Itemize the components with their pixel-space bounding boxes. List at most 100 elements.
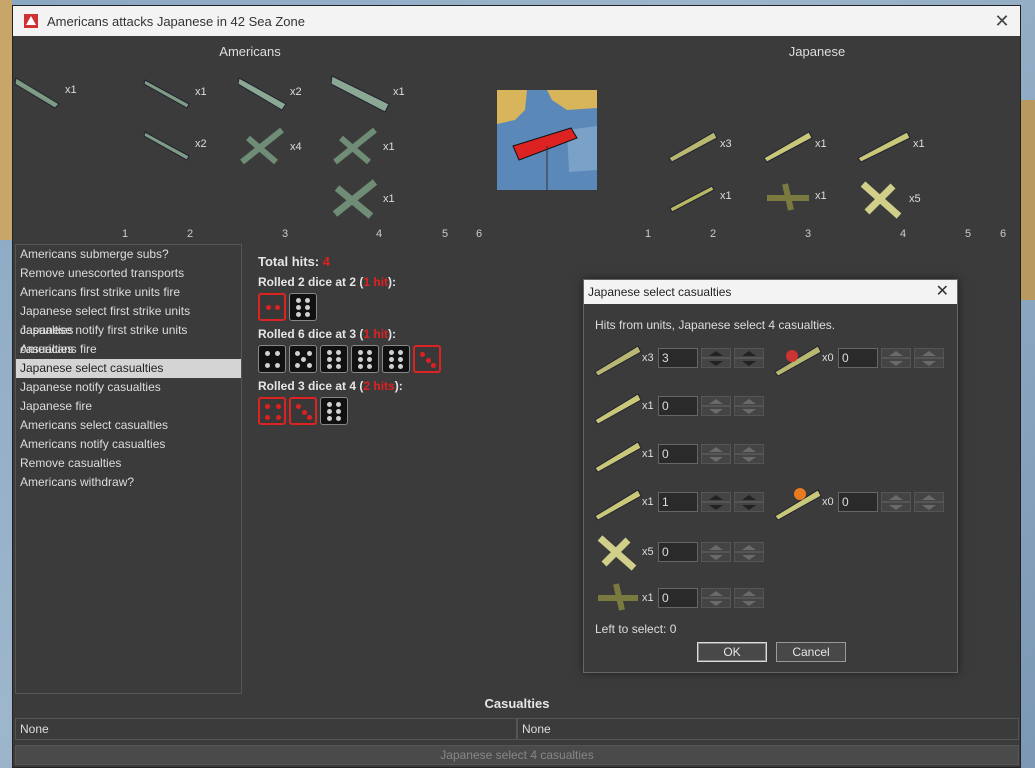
step-item[interactable]: Japanese fire [16, 397, 241, 416]
spinner-max[interactable] [701, 444, 731, 464]
unit-japanese-submarine: x1 [668, 178, 732, 214]
spin-down-icon[interactable] [914, 502, 944, 512]
territory-minimap [497, 90, 597, 190]
step-item[interactable]: Americans submerge subs? [16, 245, 241, 264]
spin-down-icon[interactable] [734, 406, 764, 416]
spin-up-icon[interactable] [701, 444, 731, 454]
step-item[interactable]: Americans select casualties [16, 416, 241, 435]
spin-up-icon[interactable] [701, 348, 731, 358]
unit-japanese-battleship: x1 [857, 124, 925, 164]
spinner-step[interactable] [734, 588, 764, 608]
close-icon[interactable]: ✕ [936, 280, 949, 304]
unit-japanese-carrier: x3 [668, 124, 732, 164]
step-item-selected[interactable]: Japanese select casualties [16, 359, 241, 378]
spin-down-icon[interactable] [701, 358, 731, 368]
spin-up-icon[interactable] [914, 348, 944, 358]
unit-japanese-fighter2: x5 [857, 176, 921, 222]
spin-up-icon[interactable] [881, 348, 911, 358]
casualty-count-input[interactable]: 0 [658, 396, 698, 416]
cruiser-icon [331, 75, 390, 113]
spinner-max[interactable] [701, 542, 731, 562]
spin-down-icon[interactable] [701, 552, 731, 562]
casualty-row: x1 0 [594, 578, 764, 618]
spin-up-icon[interactable] [914, 492, 944, 502]
spinner-max[interactable] [881, 348, 911, 368]
spinner-max[interactable] [701, 348, 731, 368]
spinner-step[interactable] [734, 396, 764, 416]
casualty-count-input[interactable]: 0 [658, 588, 698, 608]
axis-label: 5 [442, 228, 449, 240]
casualty-row: x5 0 [594, 530, 764, 574]
close-icon[interactable]: ✕ [992, 11, 1012, 31]
spinner-step[interactable] [734, 542, 764, 562]
spin-down-icon[interactable] [734, 502, 764, 512]
spin-up-icon[interactable] [734, 492, 764, 502]
step-item[interactable]: Japanese notify first strike units casua… [16, 321, 241, 356]
step-item[interactable]: Japanese notify casualties [16, 378, 241, 397]
dialog-title-bar: Japanese select casualties ✕ [584, 280, 957, 304]
status-button[interactable]: Japanese select 4 casualties [15, 745, 1019, 765]
casualty-count-input[interactable]: 0 [658, 444, 698, 464]
step-item[interactable]: Americans withdraw? [16, 473, 241, 492]
spin-down-icon[interactable] [881, 358, 911, 368]
spin-down-icon[interactable] [701, 406, 731, 416]
spin-up-icon[interactable] [734, 588, 764, 598]
unit-american-transport: x1 [143, 72, 207, 112]
spinner-max[interactable] [701, 588, 731, 608]
roll-row: Rolled 6 dice at 3 (1 hit): [258, 327, 397, 341]
spin-up-icon[interactable] [734, 444, 764, 454]
battleship-icon [857, 131, 911, 163]
spin-up-icon[interactable] [701, 542, 731, 552]
spinner-step[interactable] [734, 492, 764, 512]
spin-up-icon[interactable] [734, 348, 764, 358]
ok-button[interactable]: OK [697, 642, 767, 662]
spin-down-icon[interactable] [914, 358, 944, 368]
spin-down-icon[interactable] [734, 454, 764, 464]
spin-down-icon[interactable] [881, 502, 911, 512]
spin-down-icon[interactable] [734, 358, 764, 368]
casualty-row: x1 1 [594, 482, 764, 522]
spin-down-icon[interactable] [701, 454, 731, 464]
spinner-step[interactable] [734, 348, 764, 368]
spinner-step[interactable] [914, 492, 944, 512]
axis-label: 5 [965, 228, 972, 240]
cruiser-icon [594, 393, 642, 425]
spin-down-icon[interactable] [701, 502, 731, 512]
spinner-max[interactable] [701, 492, 731, 512]
spin-up-icon[interactable] [701, 492, 731, 502]
unit-japanese-fighter: x1 [763, 178, 827, 214]
spin-down-icon[interactable] [734, 598, 764, 608]
step-item[interactable]: Remove unescorted transports [16, 264, 241, 283]
axis-label: 3 [805, 228, 812, 240]
minimap-image [497, 90, 597, 190]
select-casualties-dialog: Japanese select casualties ✕ Hits from u… [583, 279, 958, 673]
die-6 [382, 345, 410, 373]
spin-down-icon[interactable] [701, 598, 731, 608]
casualty-count-input[interactable]: 0 [658, 542, 698, 562]
spin-up-icon[interactable] [734, 542, 764, 552]
spin-up-icon[interactable] [701, 588, 731, 598]
spinner-step[interactable] [914, 348, 944, 368]
spin-down-icon[interactable] [734, 552, 764, 562]
casualty-count-input[interactable]: 1 [658, 492, 698, 512]
step-item[interactable]: Americans first strike units fire [16, 283, 241, 302]
step-item[interactable]: Americans notify casualties [16, 435, 241, 454]
spinner-step[interactable] [734, 444, 764, 464]
casualty-count-input[interactable]: 3 [658, 348, 698, 368]
unit-american-cruiser: x1 [331, 70, 405, 114]
step-item[interactable]: Americans fire [16, 340, 241, 359]
spin-up-icon[interactable] [881, 492, 911, 502]
spin-up-icon[interactable] [734, 396, 764, 406]
spinner-max[interactable] [881, 492, 911, 512]
spin-up-icon[interactable] [701, 396, 731, 406]
battle-window: Americans attacks Japanese in 42 Sea Zon… [12, 5, 1021, 768]
casualty-count-input[interactable]: 0 [838, 348, 878, 368]
cancel-button[interactable]: Cancel [776, 642, 846, 662]
step-item[interactable]: Remove casualties [16, 454, 241, 473]
spinner-max[interactable] [701, 396, 731, 416]
casualty-count-input[interactable]: 0 [838, 492, 878, 512]
step-item[interactable]: Japanese select first strike units casua… [16, 302, 241, 337]
dice-row [258, 345, 441, 373]
unit-american-destroyer: x2 [238, 72, 302, 112]
app-icon [24, 14, 38, 28]
